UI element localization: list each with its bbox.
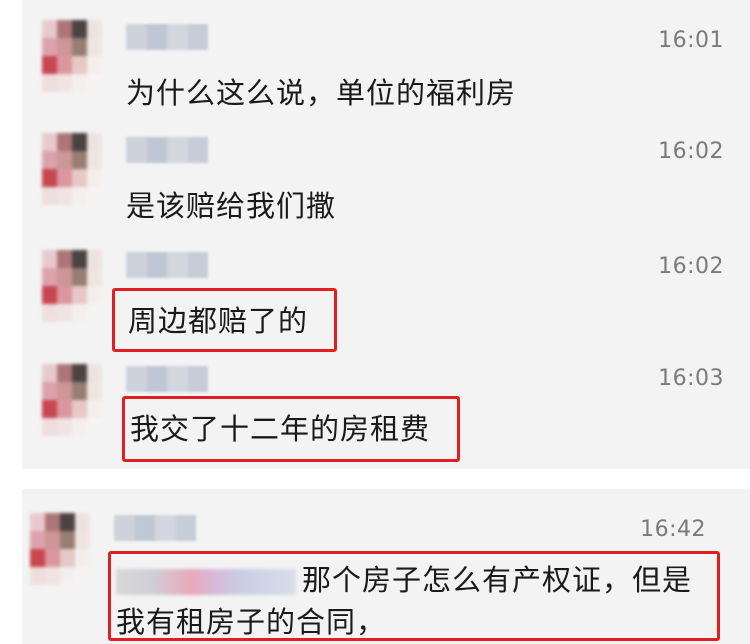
message-text: 是该赔给我们撒 (126, 189, 337, 223)
message-time: 16:02 (658, 254, 724, 279)
chat-message[interactable]: 16:02 是该赔给我们撒 (22, 115, 750, 230)
chat-message[interactable]: 16:01 为什么这么说，单位的福利房 (22, 0, 750, 115)
chat-panel-bottom: 16:42 那个房子怎么有产权证，但是 我有租房子的合同， (22, 489, 750, 644)
avatar[interactable] (42, 133, 102, 205)
chat-message[interactable]: 16:42 那个房子怎么有产权证，但是 我有租房子的合同， (22, 489, 750, 644)
sender-name-redacted (126, 252, 208, 278)
message-text-line-2: 我有租房子的合同， (116, 605, 387, 639)
message-text-line-1-content: 那个房子怎么有产权证，但是 (302, 563, 693, 597)
message-text: 我交了十二年的房租费 (130, 412, 431, 446)
chat-message[interactable]: 16:03 我交了十二年的房租费 (22, 350, 750, 469)
sender-name-redacted (126, 366, 208, 392)
redacted-mention (116, 569, 296, 595)
message-time: 16:02 (658, 139, 724, 164)
avatar[interactable] (42, 20, 102, 92)
message-text: 为什么这么说，单位的福利房 (126, 76, 517, 110)
chat-message[interactable]: 16:02 周边都赔了的 (22, 230, 750, 352)
avatar[interactable] (42, 364, 102, 436)
message-text: 周边都赔了的 (128, 304, 309, 338)
chat-screenshot: 16:01 为什么这么说，单位的福利房 16:02 是该赔给我们撒 16:02 … (0, 0, 750, 644)
sender-name-redacted (126, 24, 208, 50)
avatar[interactable] (42, 250, 102, 322)
message-time: 16:01 (658, 28, 724, 53)
sender-name-redacted (126, 137, 208, 163)
message-text-line-1: 那个房子怎么有产权证，但是 (116, 557, 692, 599)
avatar[interactable] (30, 513, 90, 585)
sender-name-redacted (114, 515, 196, 541)
chat-panel-top: 16:01 为什么这么说，单位的福利房 16:02 是该赔给我们撒 16:02 … (22, 0, 750, 469)
message-time: 16:03 (658, 366, 724, 391)
message-time: 16:42 (640, 517, 706, 542)
